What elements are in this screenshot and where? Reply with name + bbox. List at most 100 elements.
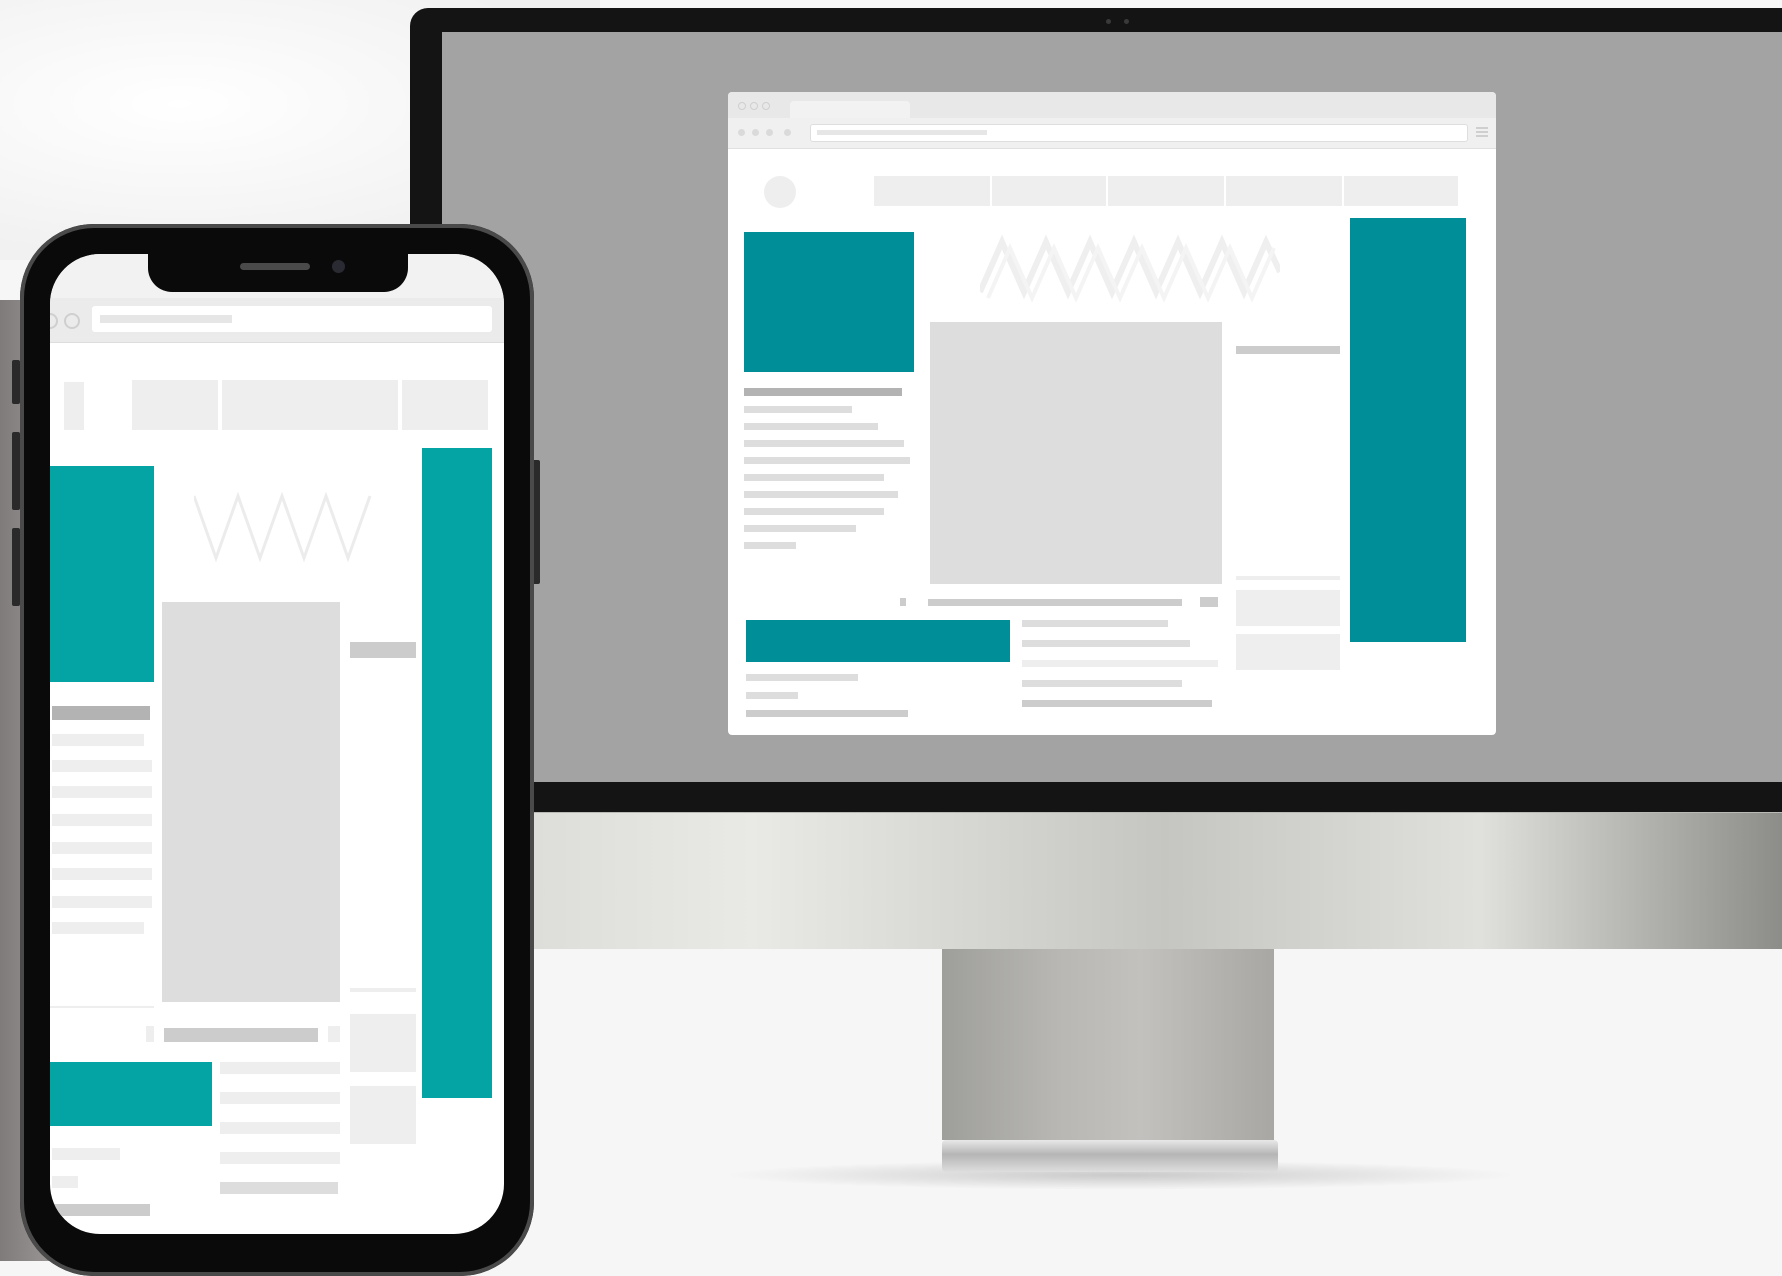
- monitor-camera-icon: [1106, 19, 1111, 24]
- window-maximize-icon[interactable]: [762, 102, 770, 110]
- text-line-placeholder: [52, 1148, 120, 1160]
- text-line-placeholder: [744, 508, 884, 515]
- reload-icon[interactable]: [766, 129, 773, 136]
- nav-item-placeholder[interactable]: [222, 380, 398, 430]
- main-media-placeholder[interactable]: [930, 322, 1222, 584]
- main-media-placeholder[interactable]: [162, 602, 340, 1002]
- text-line-placeholder: [52, 814, 152, 826]
- forward-icon[interactable]: [752, 129, 759, 136]
- sidebar-card-placeholder[interactable]: [1236, 634, 1340, 670]
- text-line-placeholder: [52, 734, 144, 746]
- text-line-placeholder: [744, 542, 796, 549]
- comment-icon[interactable]: [1200, 597, 1218, 607]
- text-line-placeholder: [1022, 700, 1212, 707]
- text-line-placeholder: [220, 1122, 340, 1134]
- text-line-placeholder: [1022, 680, 1182, 687]
- zigzag-logo-icon: [194, 491, 372, 563]
- sidebar-card-placeholder[interactable]: [350, 1086, 416, 1144]
- cta-banner-placeholder[interactable]: [50, 1062, 212, 1126]
- browser-menu-icon[interactable]: [1476, 127, 1488, 137]
- nav-item-placeholder[interactable]: [1226, 176, 1342, 206]
- text-line-placeholder: [744, 440, 904, 447]
- text-line-placeholder: [220, 1062, 340, 1074]
- monitor-stand-neck: [942, 948, 1274, 1140]
- nav-item-placeholder[interactable]: [402, 380, 488, 430]
- text-line-placeholder: [746, 710, 908, 717]
- monitor-stand-base: [942, 1140, 1278, 1172]
- phone-browser-toolbar: [50, 298, 504, 343]
- address-placeholder: [100, 315, 232, 323]
- heading-placeholder: [52, 706, 150, 720]
- browser-toolbar: [728, 118, 1496, 149]
- home-icon[interactable]: [784, 129, 791, 136]
- speaker-icon: [240, 263, 310, 270]
- featured-image-placeholder[interactable]: [744, 232, 914, 372]
- home-icon[interactable]: [900, 598, 906, 606]
- phone-address-bar[interactable]: [92, 306, 492, 332]
- back-icon[interactable]: [50, 313, 58, 329]
- phone-screen: [50, 254, 504, 1234]
- monitor-chin: [410, 812, 1782, 949]
- nav-item-placeholder[interactable]: [1108, 176, 1224, 206]
- featured-image-placeholder[interactable]: [50, 466, 154, 682]
- text-line-placeholder: [744, 474, 884, 481]
- front-camera-icon: [332, 260, 345, 273]
- nav-item-placeholder[interactable]: [132, 380, 218, 430]
- skyscraper-ad-placeholder[interactable]: [1350, 218, 1466, 642]
- smartphone-frame: [20, 224, 534, 1276]
- phone-mute-button: [12, 360, 20, 404]
- text-line-placeholder: [52, 760, 152, 772]
- text-line-placeholder: [52, 1176, 78, 1188]
- text-line-placeholder: [1022, 640, 1190, 647]
- address-placeholder: [817, 130, 987, 135]
- text-line-placeholder: [744, 525, 856, 532]
- text-line-placeholder: [52, 868, 152, 880]
- browser-tab-bar: [728, 92, 1496, 118]
- text-line-placeholder: [744, 406, 852, 413]
- text-line-placeholder: [1022, 620, 1168, 627]
- home-icon[interactable]: [146, 1026, 154, 1042]
- text-line-placeholder: [52, 1204, 150, 1216]
- text-line-placeholder: [52, 922, 144, 934]
- nav-item-placeholder[interactable]: [992, 176, 1106, 206]
- phone-volume-down-button: [12, 528, 20, 606]
- text-line-placeholder: [52, 896, 152, 908]
- comment-icon[interactable]: [328, 1026, 340, 1042]
- caption-placeholder: [164, 1028, 318, 1042]
- monitor-sensor-icon: [1124, 19, 1129, 24]
- back-icon[interactable]: [738, 129, 745, 136]
- window-minimize-icon[interactable]: [750, 102, 758, 110]
- text-line-placeholder: [1022, 660, 1218, 667]
- text-line-placeholder: [220, 1182, 338, 1194]
- text-line-placeholder: [220, 1092, 340, 1104]
- desktop-browser-window: [728, 92, 1496, 735]
- sidebar-heading-placeholder: [1236, 346, 1340, 354]
- divider-placeholder: [50, 1006, 154, 1008]
- phone-notch: [148, 254, 408, 292]
- sidebar-card-placeholder[interactable]: [1236, 590, 1340, 626]
- zigzag-logo-icon: [980, 234, 1280, 302]
- nav-item-placeholder[interactable]: [1344, 176, 1458, 206]
- monitor-bezel: [410, 8, 1782, 812]
- text-line-placeholder: [744, 423, 878, 430]
- monitor-screen: [442, 32, 1782, 782]
- caption-placeholder: [928, 599, 1182, 606]
- reload-icon[interactable]: [64, 313, 80, 329]
- nav-item-placeholder[interactable]: [874, 176, 990, 206]
- text-line-placeholder: [744, 457, 910, 464]
- text-line-placeholder: [746, 674, 858, 681]
- address-bar[interactable]: [810, 124, 1468, 142]
- site-logo-placeholder[interactable]: [64, 382, 84, 430]
- text-line-placeholder: [52, 842, 152, 854]
- text-line-placeholder: [52, 786, 152, 798]
- sidebar-heading-placeholder: [350, 642, 416, 658]
- skyscraper-ad-placeholder[interactable]: [422, 448, 492, 1098]
- sidebar-card-placeholder[interactable]: [350, 1014, 416, 1072]
- heading-placeholder: [744, 388, 902, 396]
- divider-placeholder: [1236, 576, 1340, 580]
- divider-placeholder: [350, 988, 416, 992]
- window-close-icon[interactable]: [738, 102, 746, 110]
- site-logo-placeholder[interactable]: [764, 176, 796, 208]
- browser-tab[interactable]: [790, 101, 910, 118]
- cta-banner-placeholder[interactable]: [746, 620, 1010, 662]
